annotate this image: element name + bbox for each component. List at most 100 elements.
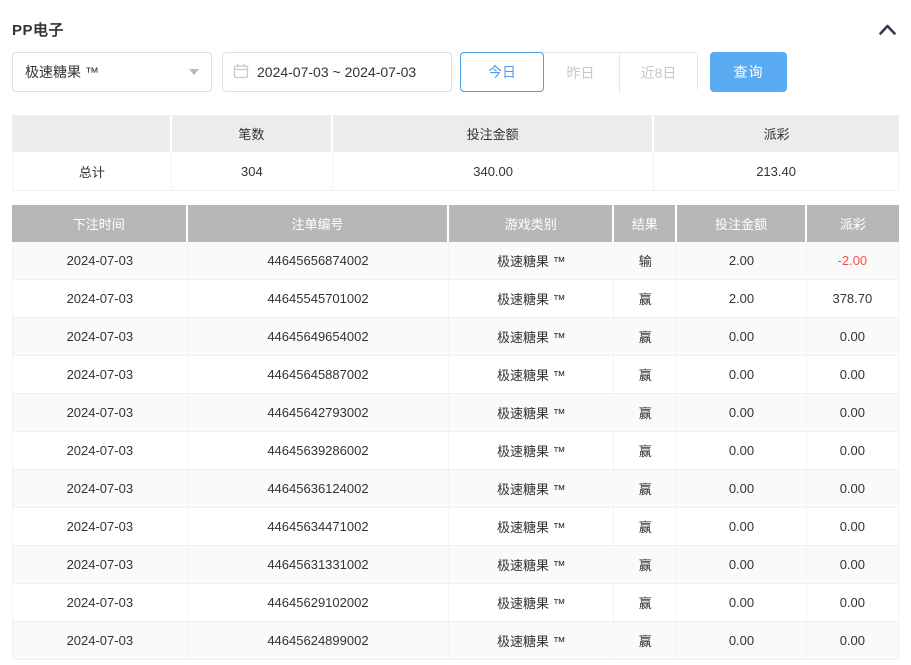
table-cell: 2024-07-03 — [12, 318, 188, 356]
bets-header-row: 下注时间 注单编号 游戏类别 结果 投注金额 派彩 — [12, 205, 899, 242]
table-cell: 44645645887002 — [188, 356, 450, 394]
last-8-days-button[interactable]: 近8日 — [619, 53, 697, 93]
bets-header-bet-id: 注单编号 — [188, 205, 450, 242]
summary-header-blank — [12, 115, 172, 152]
table-cell: 输 — [614, 242, 677, 280]
summary-total-label: 总计 — [12, 152, 172, 191]
table-cell: 0.00 — [677, 508, 807, 546]
table-row: 2024-07-0344645629102002极速糖果 ™赢0.000.00 — [12, 584, 899, 622]
table-cell: 0.00 — [807, 318, 899, 356]
caret-down-icon — [189, 69, 199, 75]
date-range-input[interactable]: 2024-07-03 ~ 2024-07-03 — [222, 52, 452, 92]
summary-header-bet-amount: 投注金额 — [333, 115, 654, 152]
table-row: 2024-07-0344645645887002极速糖果 ™赢0.000.00 — [12, 356, 899, 394]
panel-title: PP电子 — [12, 19, 64, 40]
panel-header: PP电子 — [12, 0, 899, 40]
table-cell: 0.00 — [807, 356, 899, 394]
table-row: 2024-07-0344645639286002极速糖果 ™赢0.000.00 — [12, 432, 899, 470]
table-cell: 2024-07-03 — [12, 508, 188, 546]
table-cell: -2.00 — [807, 242, 899, 280]
table-cell: 极速糖果 ™ — [449, 508, 614, 546]
table-cell: 2.00 — [677, 280, 807, 318]
table-cell: 2024-07-03 — [12, 470, 188, 508]
summary-header-payout: 派彩 — [654, 115, 899, 152]
table-cell: 0.00 — [807, 394, 899, 432]
table-cell: 0.00 — [677, 394, 807, 432]
table-cell: 44645631331002 — [188, 546, 450, 584]
table-cell: 赢 — [614, 508, 677, 546]
table-cell: 极速糖果 ™ — [449, 394, 614, 432]
table-cell: 44645624899002 — [188, 622, 450, 660]
table-cell: 2.00 — [677, 242, 807, 280]
bets-table-body: 2024-07-0344645656874002极速糖果 ™输2.00-2.00… — [12, 242, 899, 660]
table-cell: 极速糖果 ™ — [449, 242, 614, 280]
table-cell: 赢 — [614, 622, 677, 660]
table-cell: 赢 — [614, 394, 677, 432]
table-row: 2024-07-0344645656874002极速糖果 ™输2.00-2.00 — [12, 242, 899, 280]
chevron-up-icon — [878, 24, 897, 39]
table-cell: 极速糖果 ™ — [449, 356, 614, 394]
summary-total-row: 总计 304 340.00 213.40 — [12, 152, 899, 191]
summary-header-count: 笔数 — [172, 115, 333, 152]
table-cell: 2024-07-03 — [12, 432, 188, 470]
yesterday-button[interactable]: 昨日 — [542, 53, 619, 93]
table-cell: 赢 — [614, 470, 677, 508]
table-cell: 2024-07-03 — [12, 242, 188, 280]
quick-rest-group: 昨日 近8日 — [542, 52, 698, 92]
bets-table: 下注时间 注单编号 游戏类别 结果 投注金额 派彩 2024-07-034464… — [12, 205, 899, 660]
collapse-panel-button[interactable] — [876, 21, 899, 38]
table-cell: 2024-07-03 — [12, 356, 188, 394]
table-cell: 极速糖果 ™ — [449, 584, 614, 622]
search-button[interactable]: 查询 — [710, 52, 787, 92]
table-cell: 0.00 — [807, 546, 899, 584]
today-button[interactable]: 今日 — [460, 52, 544, 92]
calendar-icon — [233, 63, 249, 82]
date-range-value: 2024-07-03 ~ 2024-07-03 — [257, 64, 416, 80]
table-cell: 44645656874002 — [188, 242, 450, 280]
table-row: 2024-07-0344645634471002极速糖果 ™赢0.000.00 — [12, 508, 899, 546]
table-cell: 2024-07-03 — [12, 622, 188, 660]
summary-total-payout: 213.40 — [654, 152, 899, 191]
filter-bar: 极速糖果 ™ 2024-07-03 ~ 2024-07-03 今日 昨日 近8日… — [12, 52, 899, 92]
table-cell: 44645545701002 — [188, 280, 450, 318]
table-cell: 2024-07-03 — [12, 584, 188, 622]
table-cell: 0.00 — [807, 432, 899, 470]
bets-header-bet-amount: 投注金额 — [677, 205, 807, 242]
summary-header-row: 笔数 投注金额 派彩 — [12, 115, 899, 152]
table-cell: 0.00 — [677, 356, 807, 394]
table-cell: 极速糖果 ™ — [449, 546, 614, 584]
summary-total-bet-amount: 340.00 — [333, 152, 654, 191]
quick-date-buttons: 今日 昨日 近8日 — [460, 52, 698, 92]
table-cell: 0.00 — [677, 584, 807, 622]
table-cell: 2024-07-03 — [12, 280, 188, 318]
table-cell: 极速糖果 ™ — [449, 318, 614, 356]
table-cell: 44645629102002 — [188, 584, 450, 622]
table-cell: 0.00 — [807, 584, 899, 622]
summary-total-count: 304 — [172, 152, 333, 191]
table-cell: 赢 — [614, 546, 677, 584]
table-cell: 0.00 — [807, 622, 899, 660]
table-cell: 0.00 — [677, 318, 807, 356]
bets-header-result: 结果 — [614, 205, 677, 242]
table-row: 2024-07-0344645636124002极速糖果 ™赢0.000.00 — [12, 470, 899, 508]
table-cell: 2024-07-03 — [12, 546, 188, 584]
pp-electronic-panel: PP电子 极速糖果 ™ 2024-07-03 ~ 2 — [0, 0, 911, 660]
table-cell: 赢 — [614, 584, 677, 622]
summary-table: 笔数 投注金额 派彩 总计 304 340.00 213.40 — [12, 115, 899, 191]
table-cell: 极速糖果 ™ — [449, 470, 614, 508]
table-cell: 44645639286002 — [188, 432, 450, 470]
bets-header-bet-time: 下注时间 — [12, 205, 188, 242]
table-row: 2024-07-0344645631331002极速糖果 ™赢0.000.00 — [12, 546, 899, 584]
table-cell: 极速糖果 ™ — [449, 280, 614, 318]
table-cell: 0.00 — [677, 622, 807, 660]
table-row: 2024-07-0344645642793002极速糖果 ™赢0.000.00 — [12, 394, 899, 432]
table-cell: 2024-07-03 — [12, 394, 188, 432]
game-select[interactable]: 极速糖果 ™ — [12, 52, 212, 92]
table-cell: 0.00 — [807, 470, 899, 508]
table-cell: 赢 — [614, 432, 677, 470]
table-cell: 极速糖果 ™ — [449, 622, 614, 660]
table-cell: 44645642793002 — [188, 394, 450, 432]
bets-header-game-type: 游戏类别 — [449, 205, 614, 242]
game-select-value: 极速糖果 ™ — [25, 62, 99, 82]
table-row: 2024-07-0344645624899002极速糖果 ™赢0.000.00 — [12, 622, 899, 660]
